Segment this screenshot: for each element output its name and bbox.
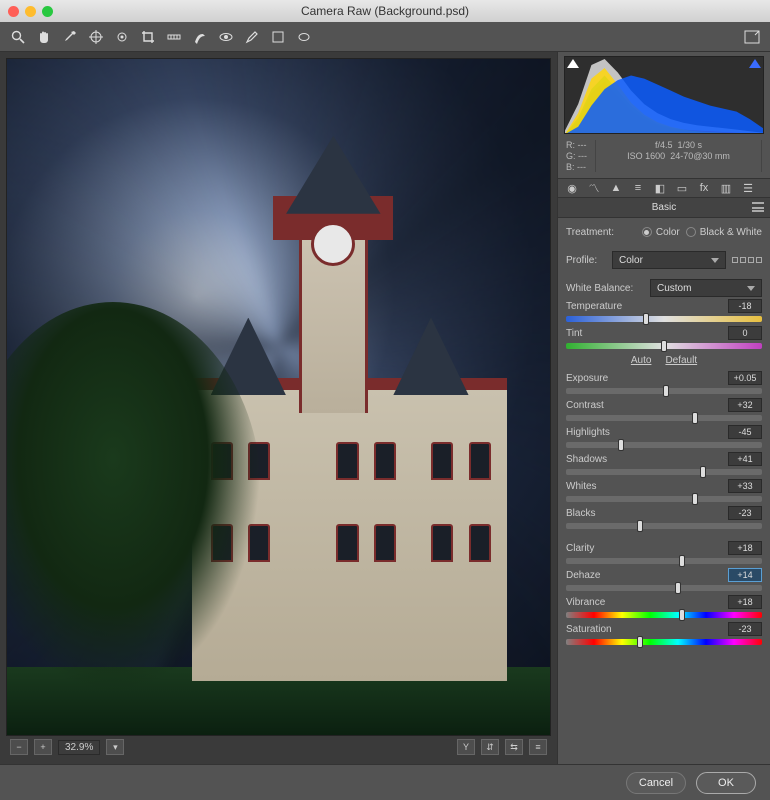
whites-value[interactable]: +33 <box>728 479 762 493</box>
saturation-value[interactable]: -23 <box>728 622 762 636</box>
zoom-tool-icon[interactable] <box>10 29 26 45</box>
whites-slider[interactable]: Whites+33 <box>566 478 762 502</box>
exposure-slider[interactable]: Exposure+0.05 <box>566 370 762 394</box>
default-link[interactable]: Default <box>665 355 697 366</box>
dialog-footer: Cancel OK <box>0 764 770 800</box>
hand-tool-icon[interactable] <box>36 29 52 45</box>
whitebalance-select[interactable]: Custom <box>650 279 762 297</box>
temperature-value[interactable]: -18 <box>728 299 762 313</box>
ok-button[interactable]: OK <box>696 772 756 794</box>
temperature-slider[interactable]: Temperature-18 <box>566 298 762 322</box>
zoom-level[interactable]: 32.9% <box>58 740 100 755</box>
window-controls <box>8 6 53 17</box>
top-toolbar <box>0 22 770 52</box>
spot-removal-tool-icon[interactable] <box>192 29 208 45</box>
highlights-value[interactable]: -45 <box>728 425 762 439</box>
swap-button[interactable]: ⇵ <box>481 739 499 755</box>
clarity-value[interactable]: +18 <box>728 541 762 555</box>
preview-pane: − + 32.9% ▾ Y ⇵ ⇆ ≡ <box>0 52 557 764</box>
clarity-slider[interactable]: Clarity+18 <box>566 540 762 564</box>
exif-readout: R: --- G: --- B: --- f/4.5 1/30 s ISO 16… <box>558 138 770 178</box>
profile-browser-button[interactable] <box>732 257 762 263</box>
crop-tool-icon[interactable] <box>140 29 156 45</box>
dehaze-value[interactable]: +14 <box>728 568 762 582</box>
main-area: − + 32.9% ▾ Y ⇵ ⇆ ≡ R: --- G: --- B: ---… <box>0 52 770 764</box>
profile-row: Profile: Color <box>566 250 762 270</box>
auto-default-row: Auto Default <box>566 355 762 366</box>
vibrance-value[interactable]: +18 <box>728 595 762 609</box>
toggle-settings-button[interactable]: ≡ <box>529 739 547 755</box>
redeye-tool-icon[interactable] <box>218 29 234 45</box>
color-sampler-tool-icon[interactable] <box>88 29 104 45</box>
tab-hsl[interactable]: ≡ <box>630 181 646 195</box>
titlebar: Camera Raw (Background.psd) <box>0 0 770 22</box>
preview-toggle-icon[interactable] <box>744 29 760 45</box>
preview-statusbar: − + 32.9% ▾ Y ⇵ ⇆ ≡ <box>6 736 551 758</box>
histogram[interactable] <box>564 56 764 134</box>
right-panel: R: --- G: --- B: --- f/4.5 1/30 s ISO 16… <box>557 52 770 764</box>
highlights-slider[interactable]: Highlights-45 <box>566 424 762 448</box>
tint-slider[interactable]: Tint0 <box>566 325 762 349</box>
tab-lens[interactable]: ▭ <box>674 181 690 195</box>
basic-controls: Treatment: Color Black & White Profile: … <box>558 218 770 764</box>
panel-tabstrip: ◉ 〽 ▲ ≡ ◧ ▭ fx ▥ ☰ <box>558 178 770 198</box>
zoom-in-button[interactable]: + <box>34 739 52 755</box>
tab-basic[interactable]: ◉ <box>564 181 580 195</box>
blacks-slider[interactable]: Blacks-23 <box>566 505 762 529</box>
blacks-value[interactable]: -23 <box>728 506 762 520</box>
zoom-out-button[interactable]: − <box>10 739 28 755</box>
panel-title: Basic <box>558 198 770 218</box>
eyedropper-tool-icon[interactable] <box>62 29 78 45</box>
before-after-button[interactable]: Y <box>457 739 475 755</box>
close-window-button[interactable] <box>8 6 19 17</box>
contrast-value[interactable]: +32 <box>728 398 762 412</box>
radial-filter-tool-icon[interactable] <box>296 29 312 45</box>
dehaze-slider[interactable]: Dehaze+14 <box>566 567 762 591</box>
exposure-value[interactable]: +0.05 <box>728 371 762 385</box>
window-title: Camera Raw (Background.psd) <box>301 4 469 18</box>
minimize-window-button[interactable] <box>25 6 36 17</box>
contrast-slider[interactable]: Contrast+32 <box>566 397 762 421</box>
shadows-value[interactable]: +41 <box>728 452 762 466</box>
treatment-bw-radio[interactable]: Black & White <box>686 227 762 238</box>
saturation-slider[interactable]: Saturation-23 <box>566 621 762 645</box>
cancel-button[interactable]: Cancel <box>626 772 686 794</box>
tab-calibrate[interactable]: ▥ <box>718 181 734 195</box>
histogram-svg <box>565 57 763 134</box>
tab-split[interactable]: ◧ <box>652 181 668 195</box>
treatment-row: Treatment: Color Black & White <box>566 222 762 242</box>
tab-curve[interactable]: 〽 <box>586 181 602 195</box>
straighten-tool-icon[interactable] <box>166 29 182 45</box>
tint-value[interactable]: 0 <box>728 326 762 340</box>
copy-settings-button[interactable]: ⇆ <box>505 739 523 755</box>
targeted-adjust-tool-icon[interactable] <box>114 29 130 45</box>
graduated-filter-tool-icon[interactable] <box>270 29 286 45</box>
tab-presets[interactable]: ☰ <box>740 181 756 195</box>
vibrance-slider[interactable]: Vibrance+18 <box>566 594 762 618</box>
panel-menu-icon[interactable] <box>752 202 764 212</box>
profile-select[interactable]: Color <box>612 251 726 269</box>
whitebalance-row: White Balance: Custom <box>566 278 762 298</box>
shadows-slider[interactable]: Shadows+41 <box>566 451 762 475</box>
tab-fx[interactable]: fx <box>696 181 712 195</box>
image-canvas[interactable] <box>6 58 551 736</box>
auto-link[interactable]: Auto <box>631 355 652 366</box>
zoom-window-button[interactable] <box>42 6 53 17</box>
adjustment-brush-tool-icon[interactable] <box>244 29 260 45</box>
tab-detail[interactable]: ▲ <box>608 181 624 195</box>
treatment-color-radio[interactable]: Color <box>642 227 680 238</box>
zoom-dropdown[interactable]: ▾ <box>106 739 124 755</box>
